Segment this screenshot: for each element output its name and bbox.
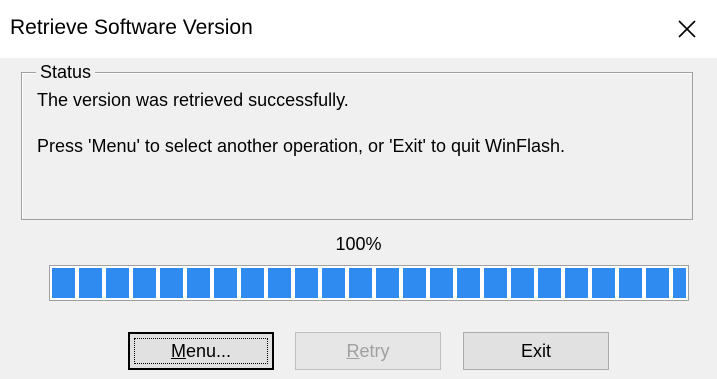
status-message-instructions: Press 'Menu' to select another operation… bbox=[37, 136, 565, 156]
progress-bar-fill bbox=[52, 268, 686, 298]
focus-rectangle bbox=[134, 338, 268, 364]
retry-button[interactable]: Retry bbox=[295, 332, 441, 370]
menu-button[interactable]: Menu... bbox=[128, 332, 274, 370]
progress-bar bbox=[49, 265, 689, 301]
status-group-label: Status bbox=[36, 62, 96, 82]
close-icon bbox=[678, 20, 696, 38]
retry-button-label: Retry bbox=[346, 340, 390, 361]
window-title: Retrieve Software Version bbox=[10, 16, 253, 39]
title-bar: Retrieve Software Version bbox=[0, 0, 717, 58]
status-message-success: The version was retrieved successfully. bbox=[37, 90, 349, 110]
status-groupbox: Status The version was retrieved success… bbox=[21, 62, 693, 220]
dialog-body: Status The version was retrieved success… bbox=[0, 58, 717, 379]
exit-button[interactable]: Exit bbox=[463, 332, 609, 370]
close-button[interactable] bbox=[657, 0, 717, 58]
progress-percent-label: 100% bbox=[335, 234, 382, 254]
